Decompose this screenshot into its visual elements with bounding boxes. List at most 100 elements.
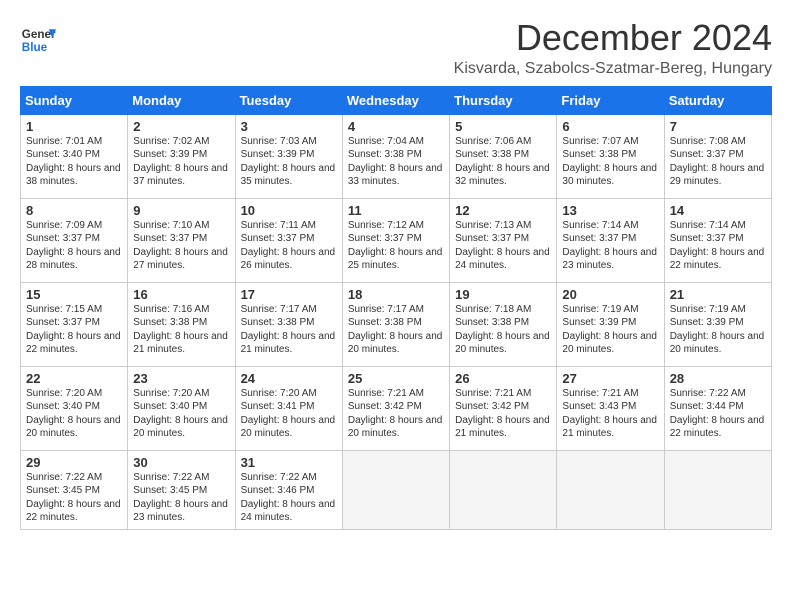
calendar-cell: 18Sunrise: 7:17 AMSunset: 3:38 PMDayligh… — [342, 282, 449, 366]
calendar-week-2: 15Sunrise: 7:15 AMSunset: 3:37 PMDayligh… — [21, 282, 772, 366]
calendar-cell: 2Sunrise: 7:02 AMSunset: 3:39 PMDaylight… — [128, 114, 235, 198]
calendar-cell: 30Sunrise: 7:22 AMSunset: 3:45 PMDayligh… — [128, 450, 235, 529]
day-info: Sunrise: 7:20 AMSunset: 3:40 PMDaylight:… — [133, 387, 229, 441]
calendar-week-0: 1Sunrise: 7:01 AMSunset: 3:40 PMDaylight… — [21, 114, 772, 198]
day-info: Sunrise: 7:08 AMSunset: 3:37 PMDaylight:… — [670, 135, 766, 189]
calendar-header-thursday: Thursday — [450, 86, 557, 114]
day-number: 26 — [455, 371, 551, 386]
calendar-table: SundayMondayTuesdayWednesdayThursdayFrid… — [20, 86, 772, 530]
calendar-week-3: 22 Sunrise: 7:20 AMSunset: 3:40 PMDayligh… — [21, 366, 772, 450]
calendar-cell — [664, 450, 771, 529]
day-info: Sunrise: 7:22 AMSunset: 3:45 PMDaylight:… — [26, 471, 122, 525]
month-title: December 2024 — [454, 18, 772, 58]
day-info: Sunrise: 7:21 AMSunset: 3:42 PMDaylight:… — [348, 387, 444, 441]
calendar-cell — [557, 450, 664, 529]
day-info: Sunrise: 7:18 AMSunset: 3:38 PMDaylight:… — [455, 303, 551, 357]
title-block: December 2024 Kisvarda, Szabolcs-Szatmar… — [454, 18, 772, 78]
calendar-cell: 15Sunrise: 7:15 AMSunset: 3:37 PMDayligh… — [21, 282, 128, 366]
calendar-cell: 20Sunrise: 7:19 AMSunset: 3:39 PMDayligh… — [557, 282, 664, 366]
day-number: 9 — [133, 203, 229, 218]
calendar-header-monday: Monday — [128, 86, 235, 114]
day-number: 1 — [26, 119, 122, 134]
calendar-cell: 16Sunrise: 7:16 AMSunset: 3:38 PMDayligh… — [128, 282, 235, 366]
day-number: 25 — [348, 371, 444, 386]
calendar-cell: 26Sunrise: 7:21 AMSunset: 3:42 PMDayligh… — [450, 366, 557, 450]
day-number: 6 — [562, 119, 658, 134]
day-number: 20 — [562, 287, 658, 302]
day-number: 21 — [670, 287, 766, 302]
calendar-cell: 6Sunrise: 7:07 AMSunset: 3:38 PMDaylight… — [557, 114, 664, 198]
day-info: Sunrise: 7:11 AMSunset: 3:37 PMDaylight:… — [241, 219, 337, 273]
calendar-cell: 5Sunrise: 7:06 AMSunset: 3:38 PMDaylight… — [450, 114, 557, 198]
day-info: Sunrise: 7:16 AMSunset: 3:38 PMDaylight:… — [133, 303, 229, 357]
day-info: Sunrise: 7:14 AMSunset: 3:37 PMDaylight:… — [562, 219, 658, 273]
day-number: 29 — [26, 455, 122, 470]
calendar-header-wednesday: Wednesday — [342, 86, 449, 114]
day-number: 18 — [348, 287, 444, 302]
calendar-cell: 12Sunrise: 7:13 AMSunset: 3:37 PMDayligh… — [450, 198, 557, 282]
day-number: 22 — [26, 371, 122, 386]
day-number: 16 — [133, 287, 229, 302]
calendar-cell: 10Sunrise: 7:11 AMSunset: 3:37 PMDayligh… — [235, 198, 342, 282]
day-number: 19 — [455, 287, 551, 302]
day-info: Sunrise: 7:12 AMSunset: 3:37 PMDaylight:… — [348, 219, 444, 273]
day-number: 28 — [670, 371, 766, 386]
day-number: 31 — [241, 455, 337, 470]
day-number: 13 — [562, 203, 658, 218]
day-number: 7 — [670, 119, 766, 134]
header: General Blue December 2024 Kisvarda, Sza… — [20, 18, 772, 78]
day-number: 14 — [670, 203, 766, 218]
calendar-cell: 13Sunrise: 7:14 AMSunset: 3:37 PMDayligh… — [557, 198, 664, 282]
day-number: 23 — [133, 371, 229, 386]
day-number: 27 — [562, 371, 658, 386]
day-info: Sunrise: 7:04 AMSunset: 3:38 PMDaylight:… — [348, 135, 444, 189]
day-number: 30 — [133, 455, 229, 470]
calendar-cell: 28Sunrise: 7:22 AMSunset: 3:44 PMDayligh… — [664, 366, 771, 450]
calendar-cell: 14Sunrise: 7:14 AMSunset: 3:37 PMDayligh… — [664, 198, 771, 282]
day-number: 5 — [455, 119, 551, 134]
logo-icon: General Blue — [20, 22, 56, 58]
calendar-header-row: SundayMondayTuesdayWednesdayThursdayFrid… — [21, 86, 772, 114]
calendar-cell — [342, 450, 449, 529]
calendar-header-saturday: Saturday — [664, 86, 771, 114]
day-info: Sunrise: 7:22 AMSunset: 3:45 PMDaylight:… — [133, 471, 229, 525]
page: General Blue December 2024 Kisvarda, Sza… — [0, 0, 792, 540]
day-info: Sunrise: 7:22 AMSunset: 3:46 PMDaylight:… — [241, 471, 337, 525]
calendar-header-sunday: Sunday — [21, 86, 128, 114]
calendar-cell: 22Sunrise: 7:20 AMSunset: 3:40 PMDayligh… — [21, 366, 128, 450]
day-info: Sunrise: 7:02 AMSunset: 3:39 PMDaylight:… — [133, 135, 229, 189]
calendar-cell: 19Sunrise: 7:18 AMSunset: 3:38 PMDayligh… — [450, 282, 557, 366]
calendar-cell: 1Sunrise: 7:01 AMSunset: 3:40 PMDaylight… — [21, 114, 128, 198]
day-number: 2 — [133, 119, 229, 134]
day-info: Sunrise: 7:14 AMSunset: 3:37 PMDaylight:… — [670, 219, 766, 273]
calendar-cell: 27Sunrise: 7:21 AMSunset: 3:43 PMDayligh… — [557, 366, 664, 450]
calendar-cell: 23Sunrise: 7:20 AMSunset: 3:40 PMDayligh… — [128, 366, 235, 450]
calendar-header-friday: Friday — [557, 86, 664, 114]
day-info: Sunrise: 7:15 AMSunset: 3:37 PMDaylight:… — [26, 303, 122, 357]
location-title: Kisvarda, Szabolcs-Szatmar-Bereg, Hungar… — [454, 60, 772, 78]
day-info: Sunrise: 7:10 AMSunset: 3:37 PMDaylight:… — [133, 219, 229, 273]
day-info: Sunrise: 7:19 AMSunset: 3:39 PMDaylight:… — [670, 303, 766, 357]
day-number: 15 — [26, 287, 122, 302]
logo: General Blue — [20, 22, 60, 58]
calendar-cell: 21Sunrise: 7:19 AMSunset: 3:39 PMDayligh… — [664, 282, 771, 366]
day-info: Sunrise: 7:17 AMSunset: 3:38 PMDaylight:… — [348, 303, 444, 357]
calendar-cell: 29Sunrise: 7:22 AMSunset: 3:45 PMDayligh… — [21, 450, 128, 529]
calendar-cell: 9Sunrise: 7:10 AMSunset: 3:37 PMDaylight… — [128, 198, 235, 282]
calendar-cell: 25Sunrise: 7:21 AMSunset: 3:42 PMDayligh… — [342, 366, 449, 450]
day-number: 10 — [241, 203, 337, 218]
calendar-cell: 24Sunrise: 7:20 AMSunset: 3:41 PMDayligh… — [235, 366, 342, 450]
day-number: 4 — [348, 119, 444, 134]
calendar-cell: 17Sunrise: 7:17 AMSunset: 3:38 PMDayligh… — [235, 282, 342, 366]
calendar-header-tuesday: Tuesday — [235, 86, 342, 114]
day-number: 24 — [241, 371, 337, 386]
day-info: Sunrise: 7:07 AMSunset: 3:38 PMDaylight:… — [562, 135, 658, 189]
day-info: Sunrise: 7:19 AMSunset: 3:39 PMDaylight:… — [562, 303, 658, 357]
day-info: Sunrise: 7:21 AMSunset: 3:42 PMDaylight:… — [455, 387, 551, 441]
day-info: Sunrise: 7:21 AMSunset: 3:43 PMDaylight:… — [562, 387, 658, 441]
day-info: Sunrise: 7:03 AMSunset: 3:39 PMDaylight:… — [241, 135, 337, 189]
calendar-cell: 11Sunrise: 7:12 AMSunset: 3:37 PMDayligh… — [342, 198, 449, 282]
day-number: 3 — [241, 119, 337, 134]
svg-text:Blue: Blue — [22, 41, 48, 54]
day-info: Sunrise: 7:01 AMSunset: 3:40 PMDaylight:… — [26, 135, 122, 189]
